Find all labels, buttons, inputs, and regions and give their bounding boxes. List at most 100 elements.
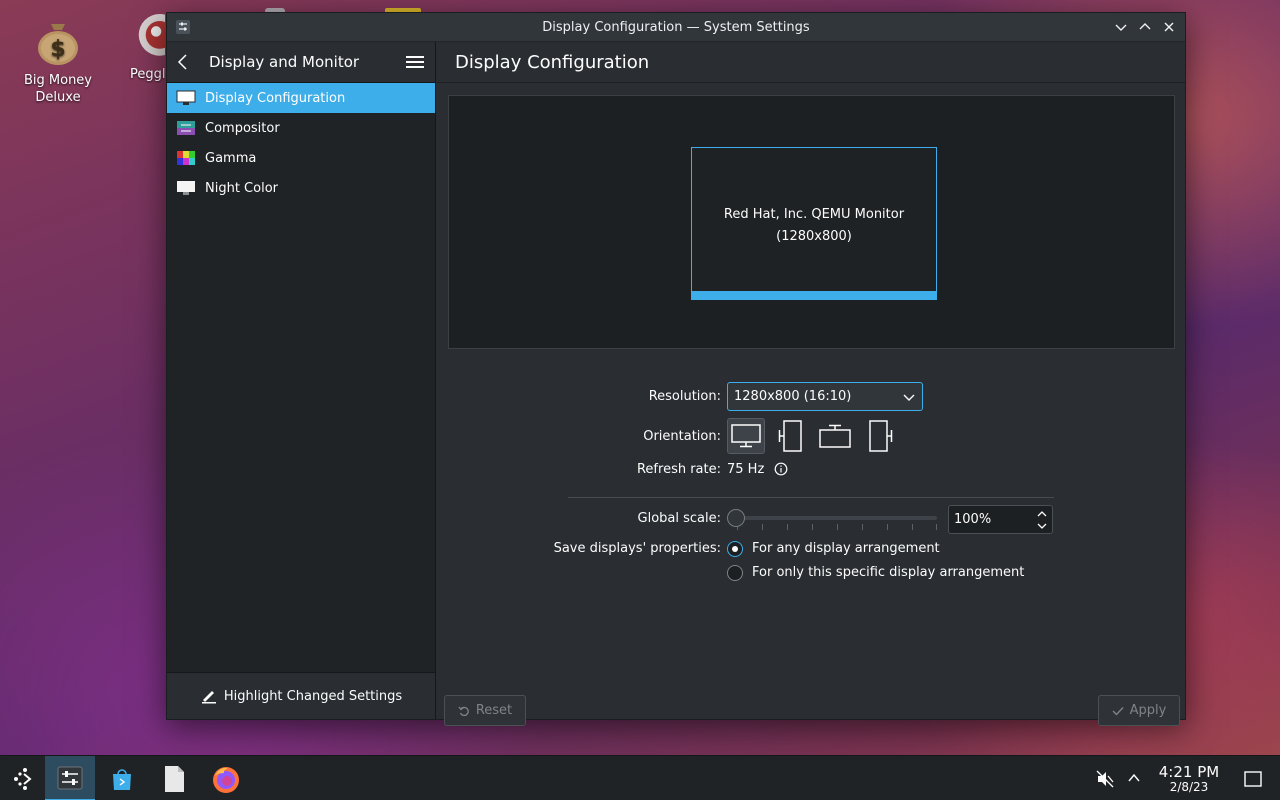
- main-panel: Display Configuration Red Hat, Inc. QEMU…: [437, 42, 1185, 726]
- monitor-primary-bar: [692, 291, 936, 299]
- sidebar: Display and Monitor Display Configuratio…: [167, 42, 436, 719]
- highlight-changed-settings-label: Highlight Changed Settings: [223, 688, 403, 704]
- global-scale-label: Global scale:: [637, 511, 721, 526]
- shopping-bag-icon: [113, 768, 131, 790]
- close-button[interactable]: [1159, 17, 1179, 37]
- volume-muted-icon: [1096, 770, 1114, 788]
- checkmark-icon: [1112, 706, 1124, 716]
- show-desktop-icon: [1244, 771, 1262, 787]
- taskbar-firefox[interactable]: [201, 756, 251, 800]
- resolution-dropdown[interactable]: 1280x800 (16:10): [727, 382, 923, 411]
- radio-specific-arrangement[interactable]: [727, 565, 743, 581]
- chevron-up-icon: [1139, 23, 1151, 30]
- radio-specific-arrangement-label[interactable]: For only this specific display arrangeme…: [752, 565, 1024, 580]
- sidebar-item-label: Night Color: [205, 180, 278, 196]
- sidebar-item-display-configuration[interactable]: Display Configuration: [167, 83, 435, 113]
- orientation-inverted-button[interactable]: [816, 418, 854, 454]
- section-divider: [568, 497, 1054, 498]
- taskbar: 4:21 PM 2/8/23: [0, 755, 1280, 800]
- maximize-button[interactable]: [1135, 17, 1155, 37]
- resolution-value: 1280x800 (16:10): [734, 389, 852, 404]
- title-bar[interactable]: Display Configuration — System Settings: [167, 13, 1185, 42]
- highlight-changed-settings-button[interactable]: Highlight Changed Settings: [167, 672, 435, 719]
- taskbar-system-settings[interactable]: [45, 756, 95, 800]
- system-settings-window: Display Configuration — System Settings …: [166, 12, 1186, 726]
- night-color-icon: [177, 181, 195, 195]
- sidebar-title: Display and Monitor: [209, 53, 360, 71]
- apply-button[interactable]: Apply: [1098, 695, 1180, 726]
- back-button[interactable]: [177, 53, 195, 71]
- steam-deck-launcher-icon: [14, 767, 32, 790]
- peggle-icon: [137, 8, 165, 60]
- orientation-portrait-right-button[interactable]: [861, 418, 899, 454]
- sidebar-item-compositor[interactable]: Compositor: [167, 113, 435, 143]
- portrait-right-orientation-icon: [869, 420, 893, 452]
- svg-text:$: $: [50, 37, 65, 62]
- settings-icon: [57, 766, 83, 789]
- sidebar-header: Display and Monitor: [167, 42, 435, 83]
- global-scale-value: 100%: [954, 512, 992, 527]
- monitor-tile[interactable]: Red Hat, Inc. QEMU Monitor (1280x800): [691, 147, 937, 300]
- hamburger-icon: [406, 56, 424, 68]
- resolution-label: Resolution:: [648, 389, 721, 404]
- system-tray-expand-button[interactable]: [1127, 771, 1141, 785]
- monitor-name: Red Hat, Inc. QEMU Monitor: [723, 207, 905, 222]
- chevron-down-icon: [903, 394, 915, 401]
- inverted-orientation-icon: [819, 424, 851, 448]
- refresh-rate-label: Refresh rate:: [636, 462, 721, 477]
- sidebar-item-label: Compositor: [205, 120, 280, 136]
- global-scale-slider-ticks: [737, 524, 937, 530]
- show-desktop-button[interactable]: [1243, 769, 1263, 789]
- sidebar-item-label: Gamma: [205, 150, 257, 166]
- money-bag-icon: $: [32, 14, 84, 66]
- desktop-icon-label: Peggle: [130, 67, 165, 82]
- gamma-icon: [177, 151, 195, 165]
- clock-time: 4:21 PM: [1158, 763, 1220, 781]
- portrait-left-orientation-icon: [778, 420, 802, 452]
- taskbar-discover[interactable]: [97, 756, 147, 800]
- monitor-resolution: (1280x800): [776, 229, 852, 244]
- radio-any-arrangement-label[interactable]: For any display arrangement: [752, 541, 940, 556]
- spin-arrows-icon[interactable]: [1036, 509, 1048, 531]
- info-icon[interactable]: [774, 462, 788, 476]
- refresh-rate-value: 75 Hz: [727, 462, 765, 477]
- undo-icon: [458, 706, 469, 716]
- sidebar-item-gamma[interactable]: Gamma: [167, 143, 435, 173]
- application-launcher-button[interactable]: [0, 756, 50, 800]
- close-icon: [1164, 22, 1174, 32]
- settings-app-icon[interactable]: [175, 19, 191, 35]
- global-scale-spinbox[interactable]: 100%: [948, 505, 1053, 534]
- desktop-icon-big-money[interactable]: $ Big Money Deluxe: [13, 14, 103, 106]
- reset-label: Reset: [475, 703, 513, 718]
- sidebar-item-night-color[interactable]: Night Color: [167, 173, 435, 203]
- global-scale-slider-track[interactable]: [737, 516, 937, 520]
- desktop-icon-label: Big Money Deluxe: [23, 73, 92, 105]
- sidebar-item-label: Display Configuration: [205, 90, 346, 106]
- apply-label: Apply: [1129, 703, 1167, 718]
- highlighter-icon: [201, 691, 216, 704]
- monitor-icon: [176, 90, 196, 105]
- taskbar-file-manager[interactable]: [149, 756, 199, 800]
- desktop-icon-peggle[interactable]: Peggle: [105, 8, 165, 83]
- reset-button[interactable]: Reset: [444, 695, 526, 726]
- digital-clock[interactable]: 4:21 PM 2/8/23: [1154, 764, 1224, 794]
- page-title: Display Configuration: [437, 42, 1185, 83]
- hamburger-menu-button[interactable]: [405, 53, 425, 71]
- minimize-button[interactable]: [1111, 17, 1131, 37]
- chevron-down-icon: [1115, 24, 1127, 31]
- document-icon: [165, 765, 184, 792]
- orientation-portrait-left-button[interactable]: [772, 418, 810, 454]
- compositor-icon: [177, 121, 195, 135]
- clock-date: 2/8/23: [1169, 780, 1209, 794]
- global-scale-slider-handle[interactable]: [727, 509, 745, 527]
- chevron-left-icon: [177, 54, 187, 70]
- display-arrangement-preview: Red Hat, Inc. QEMU Monitor (1280x800): [448, 95, 1175, 349]
- chevron-up-icon: [1128, 773, 1140, 782]
- orientation-label: Orientation:: [643, 429, 721, 444]
- orientation-landscape-button[interactable]: [727, 418, 765, 454]
- radio-any-arrangement[interactable]: [727, 541, 743, 557]
- landscape-orientation-icon: [731, 424, 761, 448]
- window-title: Display Configuration — System Settings: [542, 19, 810, 35]
- volume-muted-button[interactable]: [1096, 770, 1114, 788]
- firefox-icon: [213, 766, 239, 793]
